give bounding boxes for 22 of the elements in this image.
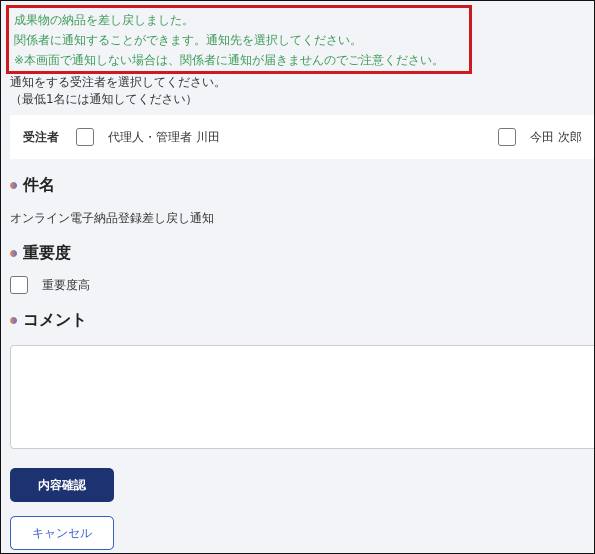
cancel-button[interactable]: キャンセル xyxy=(10,516,114,550)
checkbox[interactable] xyxy=(498,128,516,146)
recipient-label: 受注者 xyxy=(23,128,59,146)
bullet-icon xyxy=(10,317,17,324)
section-heading: 重要度 xyxy=(23,243,71,264)
comment-field[interactable] xyxy=(10,345,594,449)
section-heading: コメント xyxy=(23,310,87,331)
notice-text: ※本画面で通知しない場合は、関係者に通知が届きませんのでご注意ください。 xyxy=(14,52,446,69)
checkbox[interactable] xyxy=(76,128,94,146)
notice-text: 成果物の納品を差し戻しました。 xyxy=(14,12,195,29)
bullet-icon xyxy=(10,250,17,257)
recipient-name: 今田 次郎 xyxy=(530,128,582,146)
confirm-button[interactable]: 内容確認 xyxy=(10,468,114,502)
checkbox[interactable] xyxy=(10,276,28,294)
recipient-name: 代理人・管理者 川田 xyxy=(108,128,220,146)
instruction-text: （最低1名には通知してください） xyxy=(10,91,199,108)
importance-label: 重要度高 xyxy=(42,276,90,294)
section-heading: 件名 xyxy=(23,175,55,196)
subject-text: オンライン電子納品登録差し戻し通知 xyxy=(10,210,215,227)
instruction-text: 通知をする受注者を選択してください。 xyxy=(10,74,227,91)
notice-text: 関係者に通知することができます。通知先を選択してください。 xyxy=(14,32,363,49)
bullet-icon xyxy=(10,182,17,189)
